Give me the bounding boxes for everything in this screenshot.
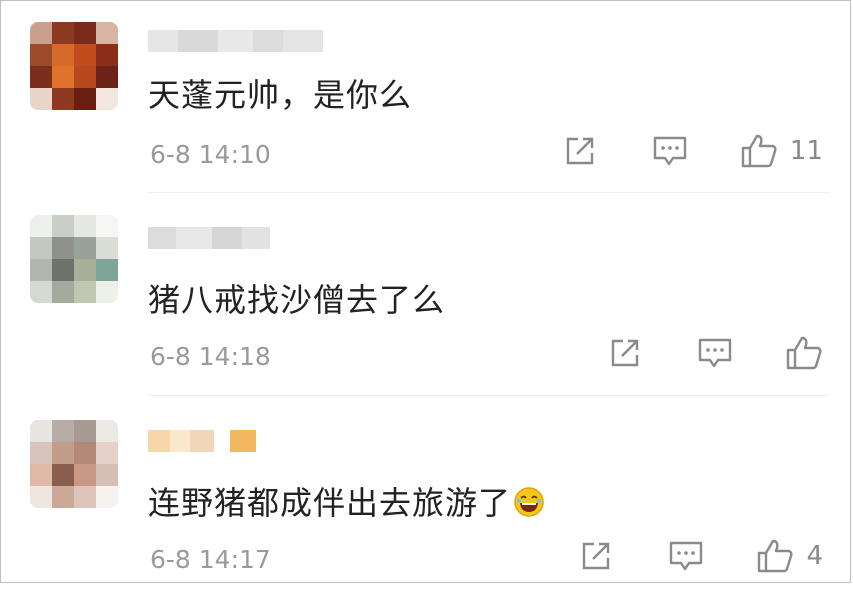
comment-actions [605,335,823,371]
comment-actions: 4 [576,538,823,574]
comment-text: 连野猪都成伴出去旅游了 [148,478,545,524]
avatar[interactable] [30,22,118,110]
comment-text: 猪八戒找沙僧去了么 [148,281,446,319]
share-button[interactable] [605,336,645,370]
like-button[interactable] [785,335,823,371]
share-icon [566,137,594,165]
laughing-face-emoji [514,487,544,517]
username-blurred[interactable] [148,430,256,452]
thumbs-up-icon [786,336,822,370]
avatar[interactable] [30,215,118,303]
like-count: 11 [789,136,823,166]
like-button[interactable]: 11 [740,133,823,169]
username-blurred[interactable] [148,227,270,249]
share-icon [611,339,639,367]
share-button[interactable] [560,134,600,168]
divider [148,192,829,193]
username-blurred[interactable] [148,30,323,52]
share-icon [583,542,610,570]
comment-timestamp: 6-8 14:18 [150,342,271,371]
thumbs-up-icon [741,134,777,168]
comment-timestamp: 6-8 14:10 [150,140,271,169]
comment-icon [670,541,703,571]
comment-item: 天蓬元帅，是你么 6-8 14:10 11 [0,0,853,195]
comment-actions: 11 [560,133,823,169]
reply-button[interactable] [666,539,706,573]
avatar[interactable] [30,420,118,508]
divider [148,395,829,396]
comment-text-content: 连野猪都成伴出去旅游了 [148,484,512,522]
comment-item: 猪八戒找沙僧去了么 6-8 14:18 [0,195,853,396]
comment-text: 天蓬元帅，是你么 [148,76,413,114]
reply-button[interactable] [650,134,690,168]
like-button[interactable]: 4 [756,538,823,574]
comment-icon [698,338,732,368]
comment-item: 连野猪都成伴出去旅游了 6-8 14:17 4 [0,400,853,595]
thumbs-up-icon [758,539,794,573]
share-button[interactable] [576,539,616,573]
comment-icon [653,136,687,166]
reply-button[interactable] [695,336,735,370]
comment-timestamp: 6-8 14:17 [150,545,271,574]
like-count: 4 [806,541,823,571]
